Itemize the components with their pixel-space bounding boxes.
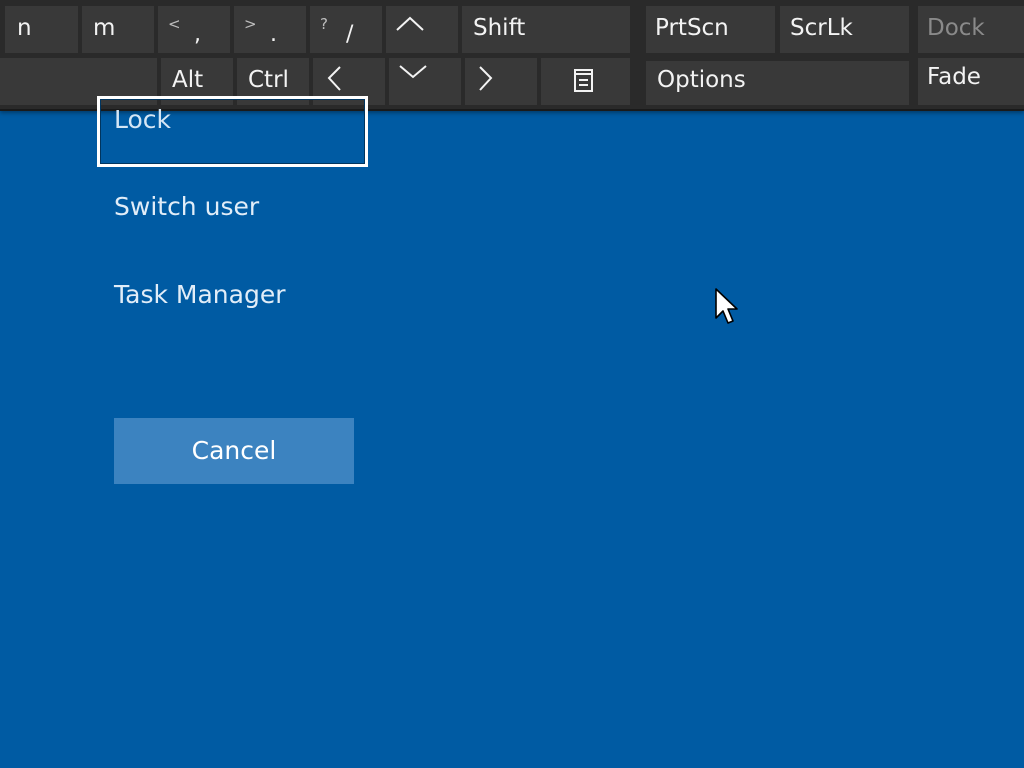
key-prtscn-label: PrtScn <box>655 15 729 41</box>
key-slash-shift-label: ? <box>320 15 328 33</box>
key-shift[interactable]: Shift <box>462 6 630 53</box>
key-alt-label: Alt <box>172 67 204 93</box>
key-options-label: Options <box>657 67 746 93</box>
cancel-button[interactable]: Cancel <box>114 418 354 484</box>
key-fade-label: Fade <box>927 64 981 90</box>
key-slash[interactable]: ? / <box>310 6 382 53</box>
key-comma-shift-label: < <box>168 15 181 33</box>
key-fade[interactable]: Fade <box>918 58 1024 105</box>
switch-user-option[interactable]: Switch user <box>114 192 259 221</box>
key-comma[interactable]: < , <box>158 6 230 53</box>
key-down-arrow[interactable] <box>389 58 461 105</box>
key-dock-label: Dock <box>927 15 985 41</box>
key-comma-label: , <box>194 22 201 47</box>
chevron-down-icon <box>399 65 427 79</box>
key-n[interactable]: n <box>5 6 78 53</box>
context-menu-icon <box>574 69 593 92</box>
key-shift-label: Shift <box>473 15 526 41</box>
mouse-pointer-icon <box>715 288 738 324</box>
key-options[interactable]: Options <box>646 61 909 105</box>
key-period[interactable]: > . <box>234 6 306 53</box>
key-menu[interactable] <box>541 58 630 105</box>
key-slash-label: / <box>346 22 354 47</box>
key-ctrl-label: Ctrl <box>248 67 289 93</box>
on-screen-keyboard: n m < , > . ? / Shift PrtScn ScrLk Dock … <box>0 0 1024 111</box>
key-up-arrow[interactable] <box>386 6 458 53</box>
key-prtscn[interactable]: PrtScn <box>646 6 775 53</box>
security-options-screen: n m < , > . ? / Shift PrtScn ScrLk Dock … <box>0 0 1024 768</box>
lock-option[interactable]: Lock <box>114 105 171 134</box>
key-scrlk-label: ScrLk <box>790 15 853 41</box>
key-m[interactable]: m <box>82 6 154 53</box>
key-dock[interactable]: Dock <box>918 6 1024 53</box>
key-period-label: . <box>270 22 277 47</box>
key-m-label: m <box>93 15 116 41</box>
chevron-up-icon <box>396 16 424 31</box>
key-n-label: n <box>17 15 32 41</box>
chevron-right-icon <box>479 66 493 91</box>
key-scrlk[interactable]: ScrLk <box>780 6 909 53</box>
task-manager-option[interactable]: Task Manager <box>114 280 285 309</box>
key-period-shift-label: > <box>244 15 257 33</box>
key-right-arrow[interactable] <box>465 58 537 105</box>
